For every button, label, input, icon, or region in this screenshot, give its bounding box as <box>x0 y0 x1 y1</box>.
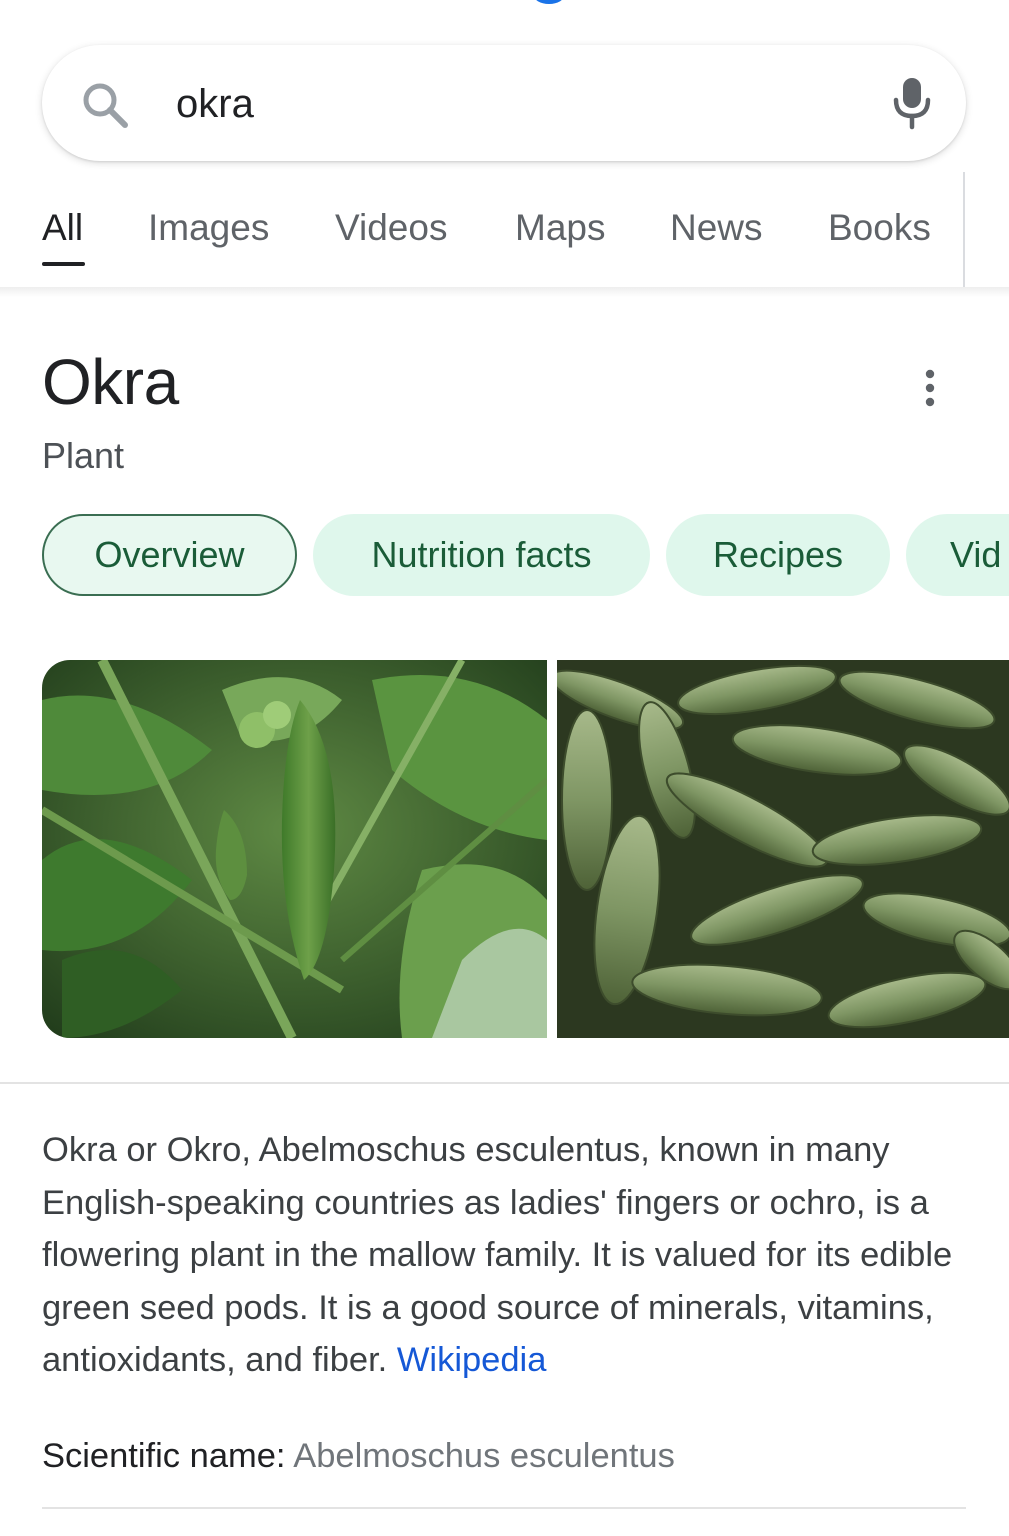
okra-pods-image[interactable] <box>557 660 1009 1038</box>
tab-all[interactable]: All <box>42 206 83 250</box>
microphone-icon[interactable] <box>888 74 936 130</box>
tab-maps[interactable]: Maps <box>515 206 605 250</box>
section-divider <box>0 1082 1009 1084</box>
chip-recipes[interactable]: Recipes <box>666 514 890 596</box>
search-input[interactable] <box>176 76 816 132</box>
tabs-divider <box>963 172 965 288</box>
tab-images[interactable]: Images <box>148 206 269 250</box>
chip-overview[interactable]: Overview <box>42 514 297 596</box>
fact-divider <box>42 1507 966 1509</box>
tab-books[interactable]: Books <box>828 206 931 250</box>
active-tab-indicator <box>42 262 85 266</box>
tab-videos[interactable]: Videos <box>335 206 447 250</box>
chip-videos[interactable]: Vid <box>906 514 1009 596</box>
search-tabs: All Images Videos Maps News Books <box>0 170 1009 288</box>
more-vert-icon[interactable] <box>914 366 946 410</box>
wikipedia-link[interactable]: Wikipedia <box>397 1341 547 1379</box>
knowledge-panel-subtitle: Plant <box>42 435 125 476</box>
fact-scientific-name: Scientific name: Abelmoschus esculentus <box>42 1430 972 1482</box>
description: Okra or Okro, Abelmoschus esculentus, kn… <box>42 1124 972 1387</box>
loading-indicator <box>533 0 565 4</box>
okra-plant-image[interactable] <box>42 660 547 1038</box>
search-icon[interactable] <box>80 80 130 130</box>
search-results-page: All Images Videos Maps News Books Okra P… <box>0 0 1009 1536</box>
knowledge-panel-title: Okra <box>42 346 179 418</box>
tab-news[interactable]: News <box>670 206 763 250</box>
fact-value[interactable]: Abelmoschus esculentus <box>293 1437 675 1475</box>
chip-nutrition-facts[interactable]: Nutrition facts <box>313 514 650 596</box>
fact-label: Scientific name: <box>42 1437 286 1475</box>
tabs-shadow <box>0 287 1009 297</box>
